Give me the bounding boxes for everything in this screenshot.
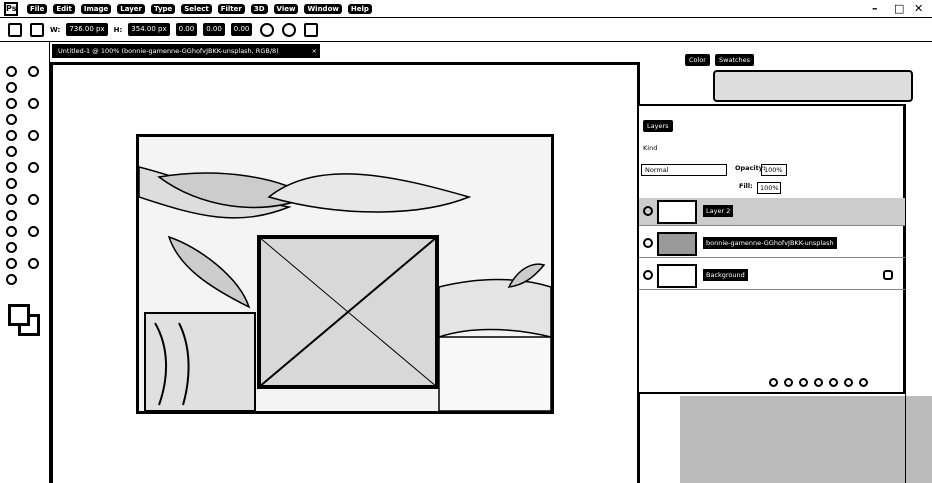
tab-swatches[interactable]: Swatches xyxy=(715,54,755,66)
tools-panel xyxy=(0,42,50,483)
new-group-icon[interactable] xyxy=(829,378,838,387)
h-skew-field[interactable]: 0.00 xyxy=(203,23,225,36)
move-tool[interactable] xyxy=(6,66,17,77)
eyedropper-tool[interactable] xyxy=(6,146,17,157)
width-field[interactable]: 736.00 px xyxy=(66,23,108,36)
link-layers-icon[interactable] xyxy=(769,378,778,387)
menu-layer[interactable]: Layer xyxy=(117,3,145,14)
commit-transform-icon[interactable] xyxy=(304,22,319,37)
visibility-eye-icon[interactable] xyxy=(643,270,653,280)
lock-icon xyxy=(883,270,893,280)
menu-select[interactable]: Select xyxy=(181,3,212,14)
menu-window[interactable]: Window xyxy=(304,3,342,14)
layers-panel: Layers Kind Normal Opacity: 100% Fill: 1… xyxy=(637,104,905,394)
height-label: H: xyxy=(113,25,123,34)
filter-kind-label[interactable]: Kind xyxy=(643,144,657,152)
menu-view[interactable]: View xyxy=(273,3,299,14)
tab-layers[interactable]: Layers xyxy=(643,120,673,132)
collapsed-panel-strip xyxy=(905,104,932,483)
layers-footer xyxy=(769,378,868,387)
visibility-eye-icon[interactable] xyxy=(643,238,653,248)
layer-name: Background xyxy=(703,269,748,281)
cancel-transform-icon[interactable] xyxy=(282,22,297,37)
color-ramp[interactable] xyxy=(713,70,913,102)
eraser-tool[interactable] xyxy=(6,226,17,237)
layer-thumbnail xyxy=(657,264,697,288)
layer-style-icon[interactable] xyxy=(784,378,793,387)
healing-tool[interactable] xyxy=(6,162,17,173)
dodge-tool[interactable] xyxy=(28,194,39,205)
clone-stamp-tool[interactable] xyxy=(6,194,17,205)
new-layer-icon[interactable] xyxy=(844,378,853,387)
layer-name: Layer 2 xyxy=(703,205,734,217)
maximize-button[interactable]: □ xyxy=(894,2,904,15)
gradient-tool[interactable] xyxy=(6,242,17,253)
hand-tool[interactable] xyxy=(28,258,39,269)
layer-mask-icon[interactable] xyxy=(799,378,808,387)
document-tab[interactable]: Untitled-1 @ 100% (bonnie-gamenne-GGhofv… xyxy=(52,44,320,58)
layer-name: bonnie-gamenne-GGhofvJBKK-unsplash xyxy=(703,237,837,249)
quick-select-tool[interactable] xyxy=(6,114,17,125)
document-title: Untitled-1 @ 100% (bonnie-gamenne-GGhofv… xyxy=(58,47,279,55)
pencil-tool[interactable] xyxy=(28,162,39,173)
menu-help[interactable]: Help xyxy=(347,3,372,14)
layer-thumbnail xyxy=(657,232,697,256)
app-logo: Ps xyxy=(4,1,18,16)
panel-empty-area xyxy=(680,396,932,483)
marquee-tool[interactable] xyxy=(6,82,17,93)
menu-file[interactable]: File xyxy=(27,3,48,14)
menu-edit[interactable]: Edit xyxy=(53,3,75,14)
height-field[interactable]: 354.00 px xyxy=(128,23,170,36)
brush-tool[interactable] xyxy=(6,178,17,189)
fill-label: Fill: xyxy=(739,182,753,190)
layer-row-layer-2[interactable]: Layer 2 xyxy=(639,198,905,226)
fill-field[interactable]: 100% xyxy=(757,182,781,194)
menu-3d[interactable]: 3D xyxy=(250,3,268,14)
layer-row-photo[interactable]: bonnie-gamenne-GGhofvJBKK-unsplash xyxy=(639,230,905,258)
tab-color[interactable]: Color xyxy=(685,54,710,66)
layer-row-background[interactable]: Background xyxy=(639,262,905,290)
move-tool-icon[interactable] xyxy=(30,22,44,37)
color-panel: Color Swatches xyxy=(655,42,932,104)
foreground-color-swatch[interactable] xyxy=(8,304,30,326)
close-tab-icon[interactable]: × xyxy=(312,44,317,58)
type-tool[interactable] xyxy=(28,226,39,237)
adjustment-layer-icon[interactable] xyxy=(814,378,823,387)
magic-wand-tool[interactable] xyxy=(28,98,39,109)
zoom-tool[interactable] xyxy=(6,274,17,285)
menu-type[interactable]: Type xyxy=(151,3,176,14)
artboard-tool[interactable] xyxy=(28,66,39,77)
options-bar: W: 736.00 px H: 354.00 px 0.00 0.00 0.00 xyxy=(0,18,932,42)
rotate-field[interactable]: 0.00 xyxy=(175,23,198,36)
history-brush-tool[interactable] xyxy=(6,210,17,221)
warp-icon[interactable] xyxy=(260,22,275,37)
home-icon[interactable] xyxy=(8,22,22,37)
minimize-button[interactable]: – xyxy=(872,2,878,15)
v-skew-field[interactable]: 0.00 xyxy=(230,23,253,36)
menu-bar: Ps File Edit Image Layer Type Select Fil… xyxy=(0,0,932,18)
plant-photo xyxy=(139,137,551,411)
visibility-eye-icon[interactable] xyxy=(643,206,653,216)
pen-tool[interactable] xyxy=(6,258,17,269)
document-canvas[interactable] xyxy=(136,134,554,414)
opacity-field[interactable]: 100% xyxy=(761,164,787,176)
close-window-button[interactable]: ✕ xyxy=(914,2,923,15)
layer-thumbnail xyxy=(657,200,697,224)
menu-filter[interactable]: Filter xyxy=(217,3,245,14)
lasso-tool[interactable] xyxy=(6,98,17,109)
menu-image[interactable]: Image xyxy=(80,3,112,14)
width-label: W: xyxy=(50,25,61,34)
slice-tool[interactable] xyxy=(28,130,39,141)
crop-tool[interactable] xyxy=(6,130,17,141)
delete-layer-icon[interactable] xyxy=(859,378,868,387)
blend-mode-select[interactable]: Normal xyxy=(641,164,727,176)
